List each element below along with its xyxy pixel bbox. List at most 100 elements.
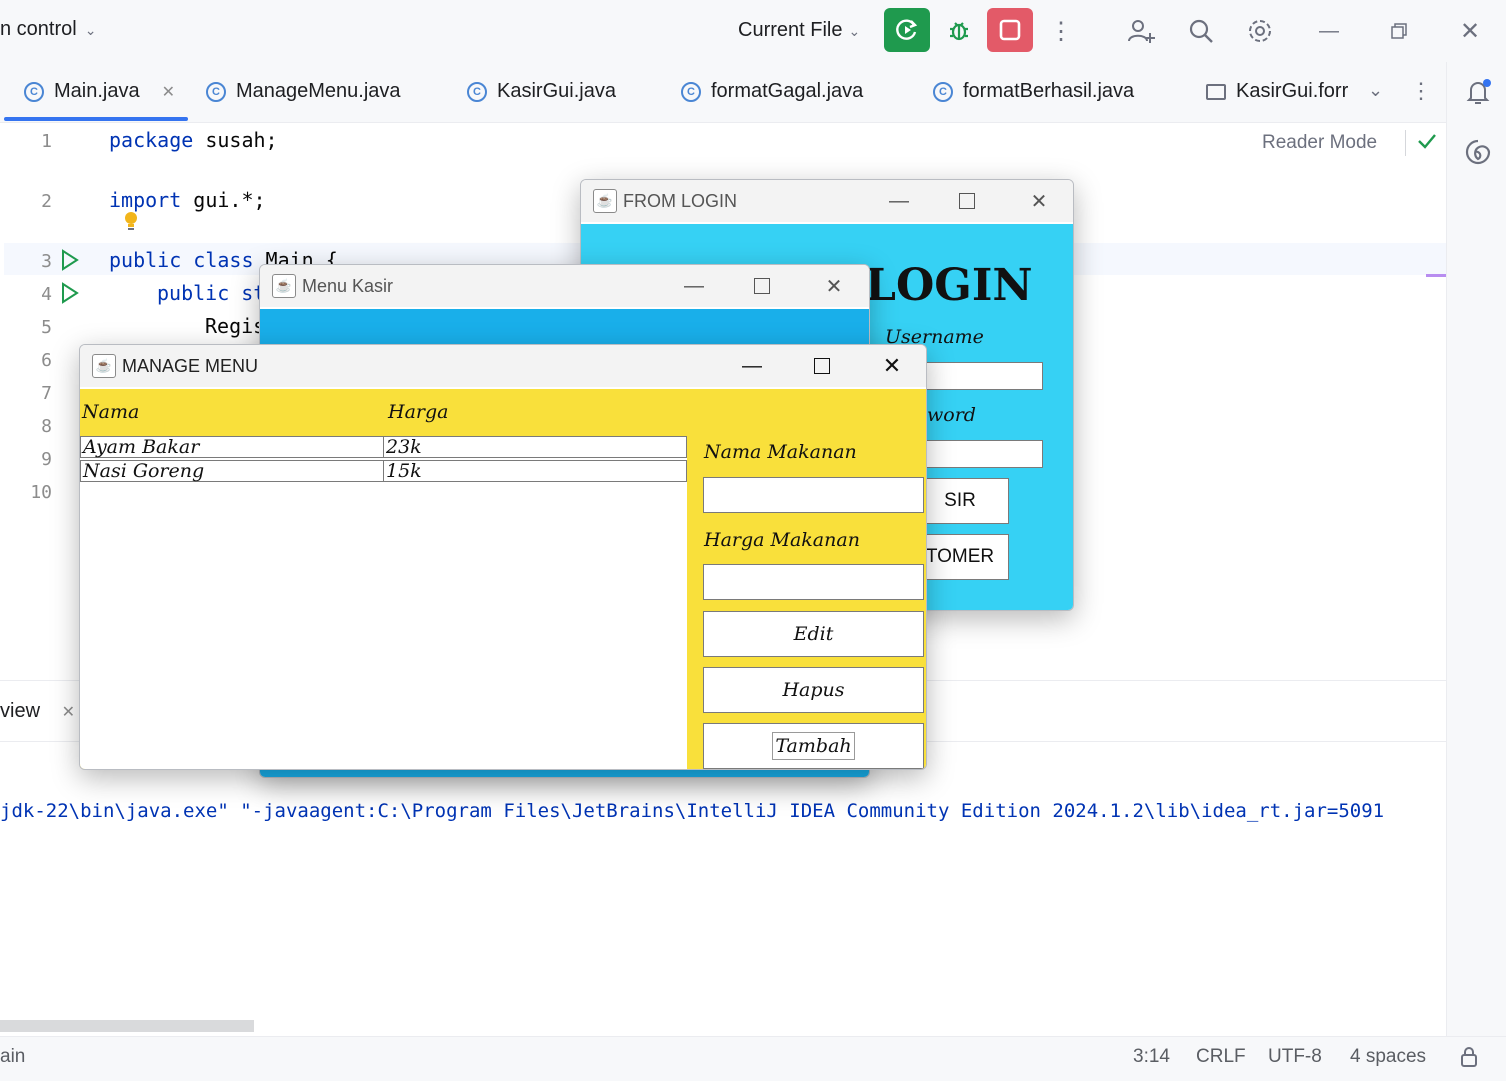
tab-label: formatBerhasil.java [963,80,1135,102]
run-config-selector[interactable]: Current File ⌄ [738,19,860,42]
java-icon: ☕ [272,274,296,298]
ai-assistant-button[interactable] [1462,136,1494,173]
run-config-label: Current File [738,19,843,41]
tabs-more-icon[interactable]: ⋮ [1410,78,1432,104]
minimize-button[interactable]: — [722,345,782,387]
class-icon: C [467,81,487,102]
username-input[interactable] [911,362,1043,390]
line-number: 2 [41,191,52,212]
settings-button[interactable] [1243,14,1277,48]
stop-button[interactable] [987,8,1033,52]
close-button[interactable]: ✕ [862,345,922,387]
minimize-button[interactable]: — [869,180,929,222]
horizontal-scrollbar[interactable] [0,1020,254,1032]
run-gutter-icon[interactable] [60,282,80,309]
code-text: susah; [193,128,278,152]
close-icon: ✕ [882,353,902,378]
tab-kasirgui-form[interactable]: KasirGui.forr [1206,80,1348,103]
password-input[interactable] [911,440,1043,468]
table-cell-nama[interactable]: Ayam Bakar [80,436,384,458]
maximize-button[interactable] [792,345,852,387]
status-indent[interactable]: 4 spaces [1350,1046,1426,1068]
more-actions-button[interactable]: ⋮ [1044,14,1078,48]
table-cell-harga[interactable]: 15k [383,460,687,482]
column-header-nama[interactable]: Nama [82,401,139,423]
gear-icon [1249,20,1271,42]
code-line-2: import gui.*; [109,188,266,212]
minimize-icon: — [684,274,704,297]
tambah-button[interactable]: Tambah [703,723,924,769]
hapus-button[interactable]: Hapus [703,667,924,713]
rerun-button[interactable] [884,8,930,52]
ide-close-button[interactable]: ✕ [1453,14,1487,48]
line-number: 5 [41,317,52,338]
minimize-button[interactable]: — [664,265,724,307]
debug-button[interactable] [936,8,982,52]
lock-icon[interactable] [1460,1046,1478,1073]
edit-button[interactable]: Edit [703,611,924,657]
maximize-button[interactable] [937,180,997,222]
column-header-harga[interactable]: Harga [388,401,448,423]
run-tab[interactable]: view ✕ [0,700,75,723]
search-icon [1189,19,1213,43]
close-button[interactable]: ✕ [804,265,864,307]
project-widget[interactable]: n control ⌄ [0,18,96,41]
error-stripe-marker [1426,274,1446,277]
close-icon[interactable]: ✕ [162,82,175,102]
status-encoding[interactable]: UTF-8 [1268,1046,1322,1068]
divider [1405,130,1406,156]
ide-minimize-button[interactable]: — [1312,14,1346,48]
tab-formatberhasil-java[interactable]: C formatBerhasil.java [933,80,1134,103]
check-icon [1416,130,1438,157]
table-cell-nama[interactable]: Nasi Goreng [80,460,384,482]
status-line-separator[interactable]: CRLF [1196,1046,1246,1068]
harga-makanan-input[interactable] [703,564,924,600]
tab-managemenu-java[interactable]: C ManageMenu.java [206,80,401,103]
close-button[interactable]: ✕ [1009,180,1069,222]
close-icon: ✕ [1459,17,1481,45]
close-icon[interactable]: ✕ [62,704,75,721]
code-with-me-button[interactable] [1124,14,1158,48]
maximize-icon [754,278,770,294]
run-gutter-icon[interactable] [60,249,80,276]
minimize-icon: — [1319,19,1339,42]
line-number: 10 [30,482,52,503]
status-caret-position[interactable]: 3:14 [1133,1046,1170,1068]
login-window-title: FROM LOGIN [623,190,738,211]
close-icon: ✕ [825,275,843,298]
ai-assistant-icon [1465,139,1491,165]
line-number: 8 [41,416,52,437]
debug-icon [950,22,968,41]
menu-table[interactable] [80,436,687,769]
login-title-bar[interactable]: ☕ FROM LOGIN [581,180,1073,222]
bulb-icon[interactable] [122,210,140,239]
java-icon: ☕ [593,189,617,213]
code-keyword: import [109,188,182,212]
ide-restore-button[interactable] [1382,14,1416,48]
tab-formatgagal-java[interactable]: C formatGagal.java [681,80,863,103]
line-number: 9 [41,449,52,470]
code-keyword: public st [157,281,266,305]
search-everywhere-button[interactable] [1184,14,1218,48]
maximize-icon [814,358,830,374]
status-branch[interactable]: ain [0,1046,25,1068]
tabs-dropdown-chevron-down-icon[interactable]: ⌄ [1368,80,1383,101]
chevron-down-icon: ⌄ [84,22,97,38]
nama-makanan-input[interactable] [703,477,924,513]
maximize-button[interactable] [732,265,792,307]
line-number: 3 [41,251,52,272]
class-icon: C [206,81,226,102]
tab-kasirgui-java[interactable]: C KasirGui.java [467,80,616,103]
tab-main-java[interactable]: C Main.java ✕ [24,80,175,103]
line-number: 7 [41,383,52,404]
notifications-button[interactable] [1462,76,1494,113]
table-cell-harga[interactable]: 23k [383,436,687,458]
tab-label: KasirGui.forr [1236,80,1348,102]
minimize-icon: — [889,189,909,212]
nama-makanan-label: Nama Makanan [704,441,857,463]
reader-mode-toggle[interactable]: Reader Mode [1262,132,1377,154]
password-label: word [927,404,976,426]
class-icon: C [681,81,701,102]
minimize-icon: — [742,354,762,377]
code-text: gui.*; [181,188,266,212]
